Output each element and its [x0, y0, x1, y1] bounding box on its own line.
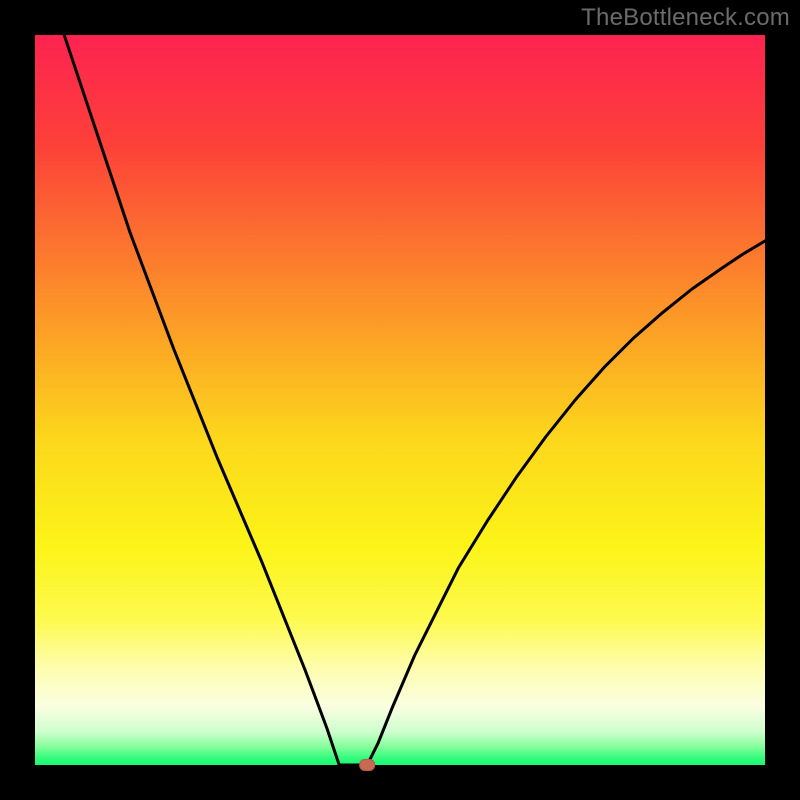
chart-frame: TheBottleneck.com — [0, 0, 800, 800]
plot-background — [35, 35, 765, 765]
chart-svg — [0, 0, 800, 800]
watermark-text: TheBottleneck.com — [581, 4, 790, 32]
optimum-marker — [360, 760, 375, 771]
